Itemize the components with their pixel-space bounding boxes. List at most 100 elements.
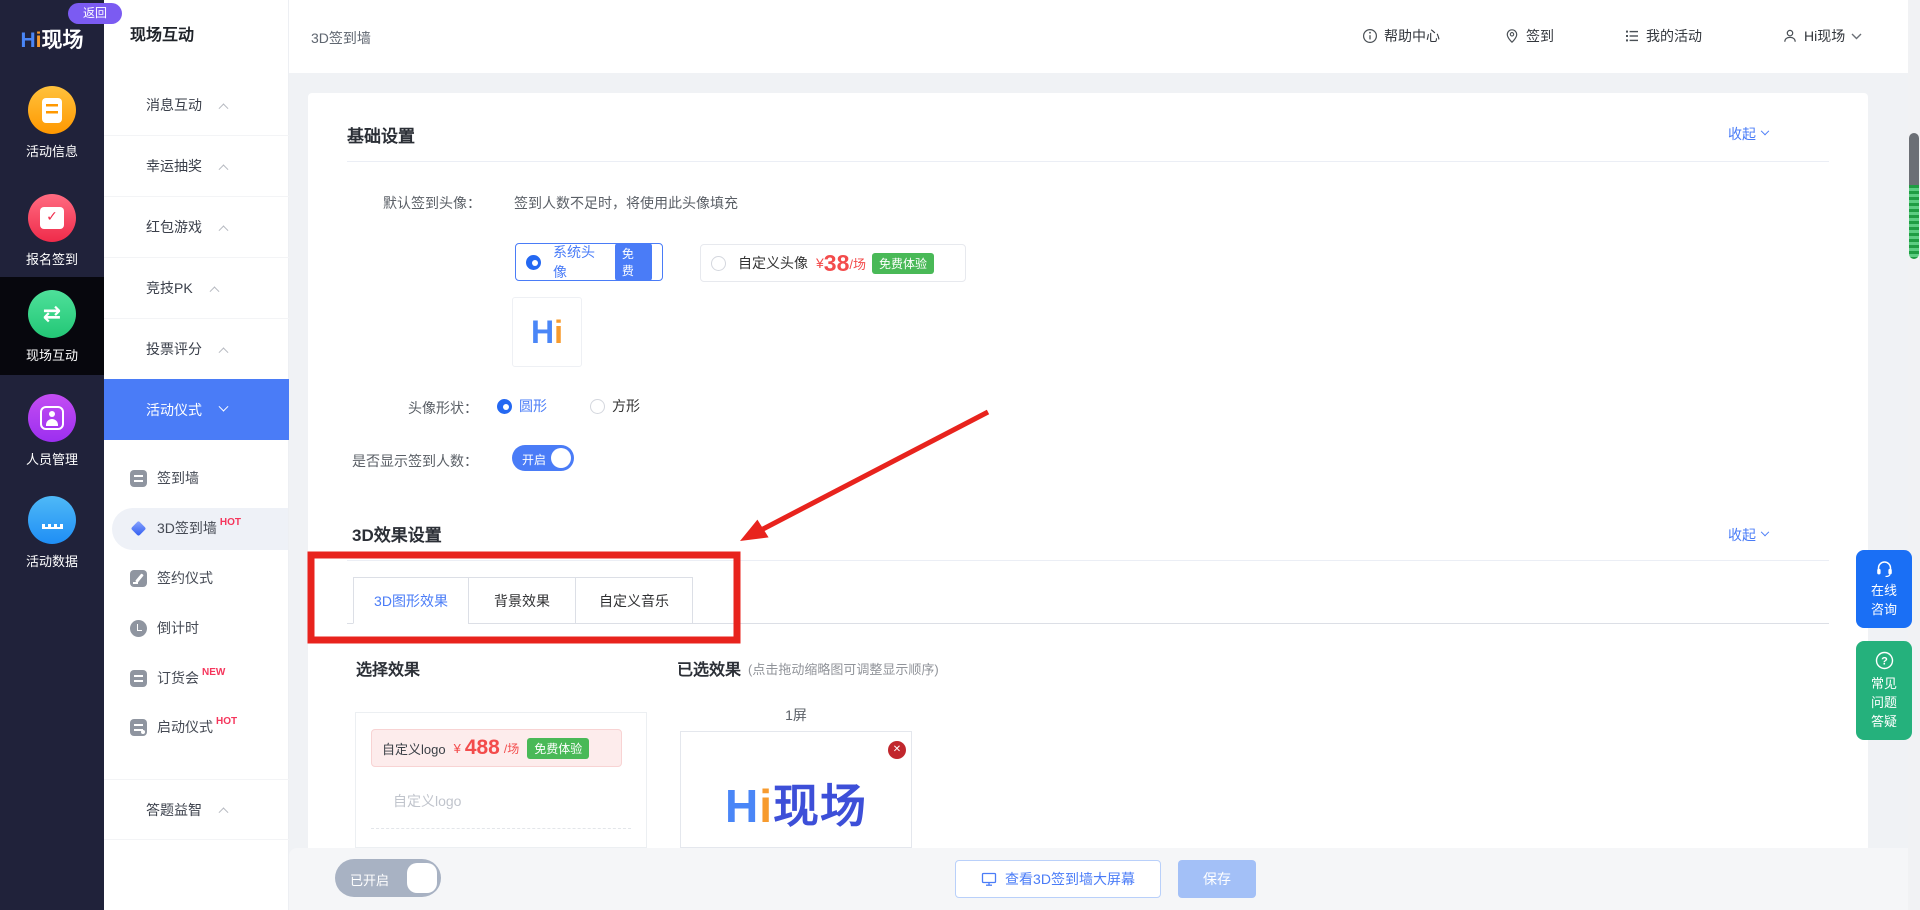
question-circle-icon: ? <box>1875 651 1894 670</box>
selected-effect-thumbnail[interactable]: Hi现场 ✕ <box>680 731 912 848</box>
sidebar-item-signup-checkin[interactable]: 报名签到 <box>0 194 104 268</box>
group-quiz[interactable]: 答题益智 <box>104 779 289 840</box>
submenu-label: 倒计时 <box>157 618 199 638</box>
chevron-up-icon <box>219 225 229 235</box>
basic-settings-title: 基础设置 <box>347 122 415 147</box>
system-avatar-option[interactable]: 系统头像 免费 <box>515 243 663 281</box>
group-voting[interactable]: 投票评分 <box>104 319 289 380</box>
back-button[interactable]: 返回 <box>68 3 122 24</box>
free-trial-badge: 免费体验 <box>527 738 589 759</box>
effects-collapse-link[interactable]: 收起 <box>1728 525 1768 545</box>
system-avatar-label: 系统头像 <box>553 242 607 282</box>
account-label: Hi现场 <box>1804 26 1845 46</box>
group-red-packet[interactable]: 红包游戏 <box>104 197 289 258</box>
tab-custom-music[interactable]: 自定义音乐 <box>575 577 693 624</box>
currency-symbol: ¥ <box>454 741 461 756</box>
selected-effects-title: 已选效果 <box>677 656 741 680</box>
thumbnail-logo: Hi现场 <box>681 770 911 836</box>
tab-label: 背景效果 <box>494 591 550 611</box>
scrollbar-thumb[interactable] <box>1909 133 1919 185</box>
cube-3d-icon <box>130 520 147 537</box>
submenu-launch-ceremony[interactable]: 启动仪式 HOT <box>104 707 289 747</box>
radio-unselected-icon[interactable] <box>711 256 726 271</box>
swap-arrows-icon <box>28 290 76 338</box>
show-count-toggle[interactable]: 开启 <box>512 445 574 471</box>
sidebar-item-label: 人员管理 <box>0 449 104 468</box>
radio-selected-icon[interactable] <box>526 255 541 270</box>
sidebar-item-activity-info[interactable]: 活动信息 <box>0 86 104 160</box>
tab-background-effects[interactable]: 背景效果 <box>468 577 576 624</box>
select-effects-title: 选择效果 <box>356 656 420 680</box>
sidebar-item-activity-data[interactable]: 活动数据 <box>0 496 104 570</box>
sidebar-item-live-interaction[interactable]: 现场互动 <box>0 277 104 375</box>
pencil-icon <box>130 570 147 587</box>
group-message-interaction[interactable]: 消息互动 <box>104 75 289 136</box>
checkin-link[interactable]: 签到 <box>1504 26 1554 46</box>
sidebar-item-people-management[interactable]: 人员管理 <box>0 394 104 468</box>
my-activities-link[interactable]: 我的活动 <box>1624 26 1702 46</box>
help-center-link[interactable]: 帮助中心 <box>1362 26 1440 46</box>
scrollbar-thumb-striped[interactable] <box>1909 185 1919 259</box>
submenu-signin-wall[interactable]: 签到墙 <box>104 458 289 498</box>
tab-label: 3D图形效果 <box>374 591 448 611</box>
custom-logo-item[interactable]: 自定义logo ¥ 488 /场 免费体验 <box>371 729 622 767</box>
faq-button[interactable]: ? 常见问题答疑 <box>1856 641 1912 740</box>
launch-icon <box>130 719 147 736</box>
bar-chart-icon <box>28 496 76 544</box>
collapse-label: 收起 <box>1728 124 1756 144</box>
app-sidebar: Hi现场 活动信息 报名签到 现场互动 人员管理 活动数据 <box>0 0 104 910</box>
custom-avatar-option[interactable]: 自定义头像 ¥ 38 /场 免费体验 <box>700 244 966 282</box>
tab-3d-graphic-effects[interactable]: 3D图形效果 <box>353 577 469 624</box>
sidebar-item-label: 活动数据 <box>0 551 104 570</box>
app-logo: Hi现场 <box>0 24 104 54</box>
wall-icon <box>130 470 147 487</box>
price-unit: /场 <box>849 254 866 273</box>
group-label: 答题益智 <box>146 800 202 820</box>
clipboard-icon <box>130 670 147 687</box>
info-icon <box>1362 28 1378 44</box>
thumb-logo-i: i <box>759 780 773 832</box>
submenu-signing-ceremony[interactable]: 签约仪式 <box>104 558 289 598</box>
enabled-toggle[interactable]: 已开启 <box>335 859 441 897</box>
custom-avatar-label: 自定义头像 <box>738 253 808 273</box>
group-label: 消息互动 <box>146 95 202 115</box>
hot-badge: HOT <box>216 716 237 727</box>
basic-collapse-link[interactable]: 收起 <box>1728 124 1768 144</box>
group-pk[interactable]: 竞技PK <box>104 258 289 319</box>
sidebar-item-label: 活动信息 <box>0 141 104 160</box>
shape-circle-label: 圆形 <box>519 396 547 416</box>
group-label: 投票评分 <box>146 339 202 359</box>
sidebar-item-label: 现场互动 <box>0 345 104 364</box>
shape-square-radio[interactable]: 方形 <box>590 396 640 416</box>
svg-text:?: ? <box>1881 655 1888 667</box>
group-lucky-draw[interactable]: 幸运抽奖 <box>104 136 289 197</box>
save-button[interactable]: 保存 <box>1178 860 1256 898</box>
view-big-screen-button[interactable]: 查看3D签到墙大屏幕 <box>955 860 1161 898</box>
account-menu[interactable]: Hi现场 <box>1782 26 1862 46</box>
submenu-countdown[interactable]: 倒计时 <box>104 608 289 648</box>
selected-effects-hint: (点击拖动缩略图可调整显示顺序) <box>748 659 939 678</box>
custom-logo-name: 自定义logo <box>382 739 446 758</box>
headset-icon <box>1875 560 1894 577</box>
price-unit: /场 <box>504 740 519 757</box>
chevron-up-icon <box>219 103 229 113</box>
my-activities-label: 我的活动 <box>1646 26 1702 46</box>
scrollbar-track[interactable] <box>1908 0 1920 910</box>
effects-settings-title: 3D效果设置 <box>352 521 442 546</box>
group-label: 红包游戏 <box>146 217 202 237</box>
hot-badge: HOT <box>220 517 241 528</box>
submenu-3d-signin-wall[interactable]: 3D签到墙 HOT <box>104 508 289 548</box>
topbar: 3D签到墙 帮助中心 签到 我的活动 Hi现场 <box>289 0 1920 73</box>
default-avatar-preview[interactable]: Hi <box>512 297 582 367</box>
online-consult-label: 在线咨询 <box>1871 583 1897 617</box>
remove-thumbnail-button[interactable]: ✕ <box>888 741 906 759</box>
new-badge: NEW <box>202 667 225 678</box>
price-value: 488 <box>465 736 500 760</box>
shape-circle-radio[interactable]: 圆形 <box>497 396 547 416</box>
custom-logo-placeholder: 自定义logo <box>393 791 461 811</box>
online-consult-button[interactable]: 在线咨询 <box>1856 550 1912 628</box>
tab-label: 自定义音乐 <box>599 591 669 611</box>
group-ceremony-active[interactable]: 活动仪式 <box>104 379 289 440</box>
free-trial-badge: 免费体验 <box>872 253 934 274</box>
submenu-order-meeting[interactable]: 订货会 NEW <box>104 658 289 698</box>
